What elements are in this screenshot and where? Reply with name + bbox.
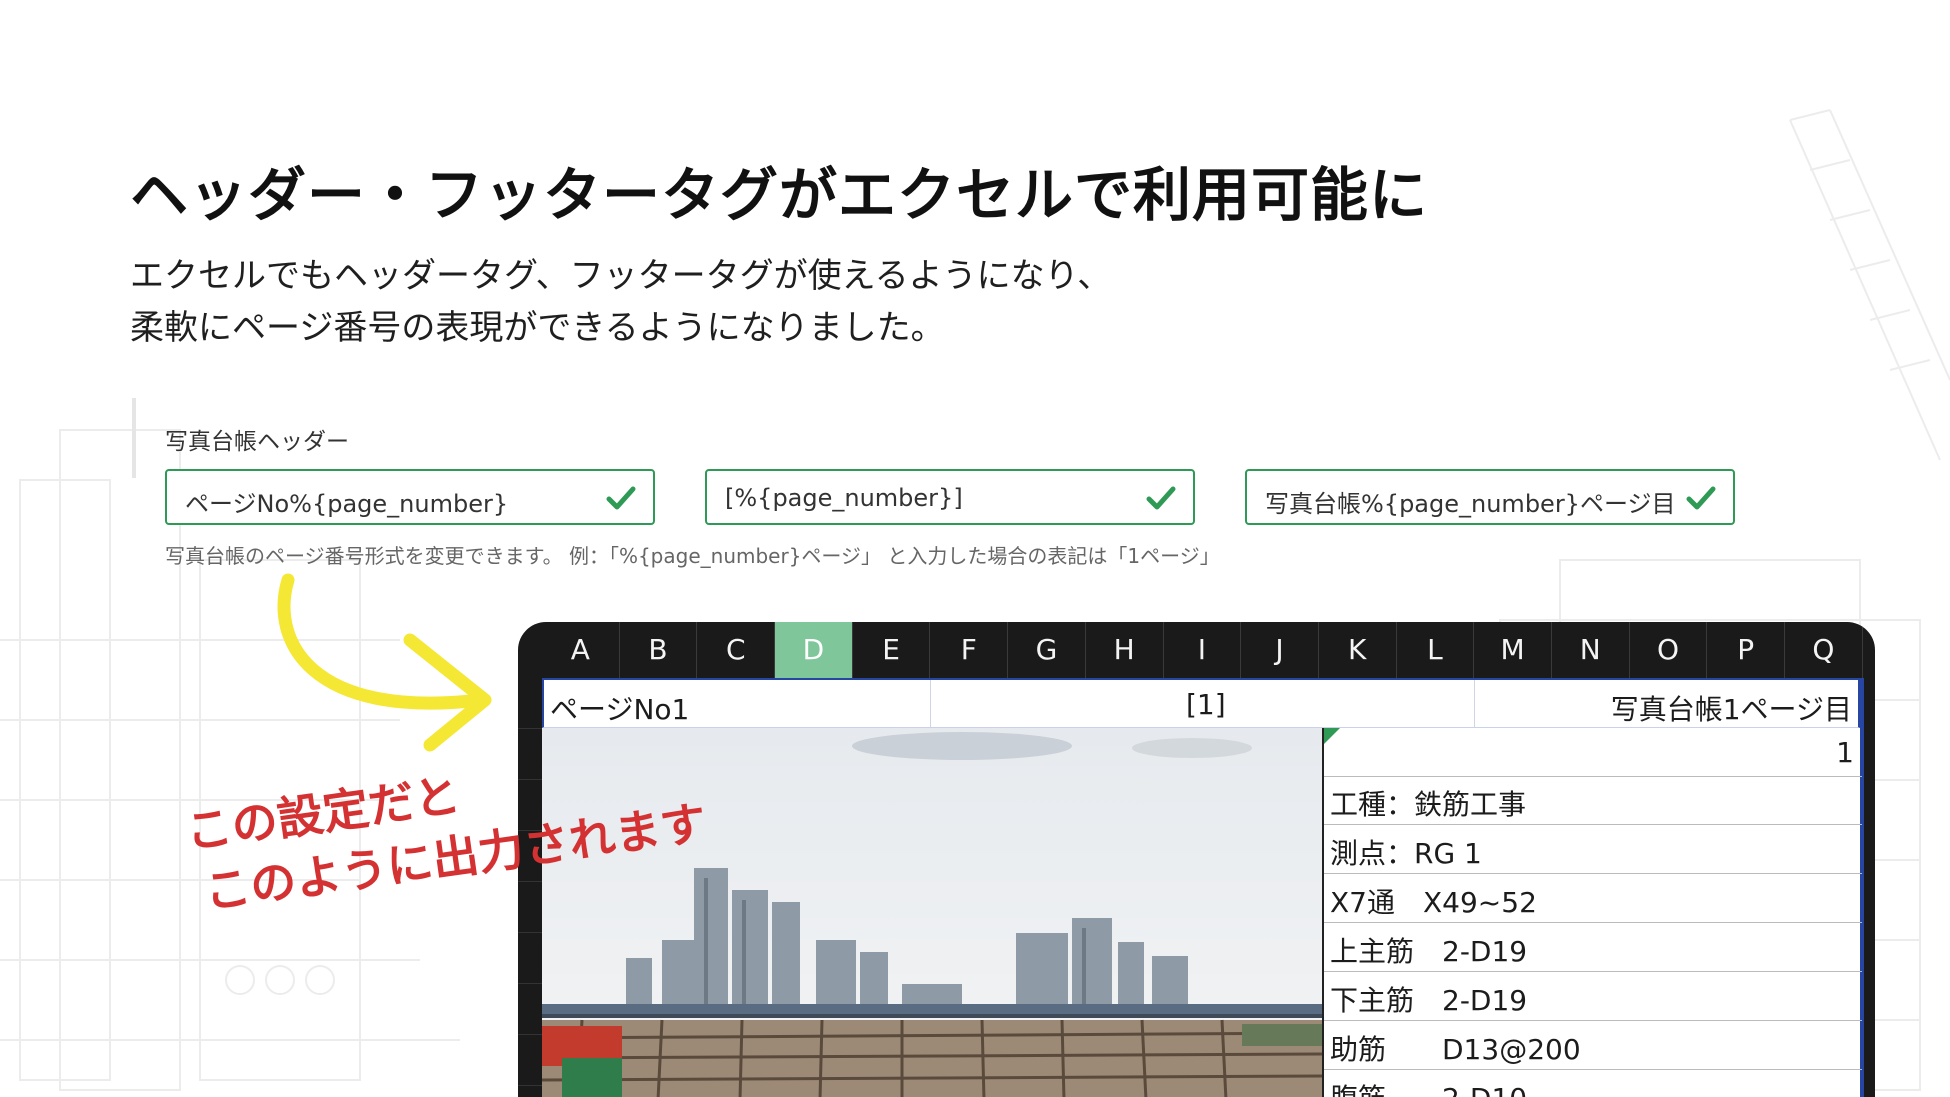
field-label: 写真台帳ヘッダー xyxy=(165,429,349,455)
column-header-c[interactable]: C xyxy=(697,622,776,678)
panel-divider xyxy=(132,398,136,478)
column-header-k[interactable]: K xyxy=(1319,622,1397,678)
column-header-n[interactable]: N xyxy=(1552,622,1630,678)
column-header-b[interactable]: B xyxy=(620,622,698,678)
column-header-o[interactable]: O xyxy=(1630,622,1708,678)
column-header-i[interactable]: I xyxy=(1164,622,1242,678)
description-line-2: 柔軟にページ番号の表現ができるようになりました。 xyxy=(130,308,945,348)
column-header-f[interactable]: F xyxy=(930,622,1009,678)
column-header-a[interactable]: A xyxy=(542,622,620,678)
header-left-input[interactable]: ページNo%{page_number} xyxy=(165,469,655,525)
photo-number: 1 xyxy=(1836,736,1854,769)
check-icon xyxy=(606,486,636,510)
column-header-p[interactable]: P xyxy=(1707,622,1785,678)
info-row: 腹筋 2-D10 xyxy=(1324,1070,1862,1097)
header-center-input[interactable]: [%{page_number}] xyxy=(705,469,1195,525)
spreadsheet-preview: ABCDEFGHIJKLMNOPQ ページNo1 [1] 写真台帳1ページ目 1… xyxy=(518,622,1875,1097)
column-header-h[interactable]: H xyxy=(1086,622,1164,678)
page-description: エクセルでもヘッダータグ、フッタータグが使えるようになり、 柔軟にページ番号の表… xyxy=(130,250,1111,354)
sheet-body: ページNo1 [1] 写真台帳1ページ目 1 工種：鉄筋工事 測点：RG 1 X… xyxy=(542,678,1864,1097)
yellow-arrow-icon xyxy=(277,573,492,752)
info-row: 助筋 D13@200 xyxy=(1324,1021,1862,1070)
input-value: ページNo%{page_number} xyxy=(185,490,509,518)
input-value: 写真台帳%{page_number}ページ目 xyxy=(1265,490,1676,518)
info-row: 上主筋 2-D19 xyxy=(1324,923,1862,972)
photo-number-cell: 1 xyxy=(1324,728,1862,777)
info-row: 工種：鉄筋工事 xyxy=(1324,776,1862,825)
header-left-output: ページNo1 xyxy=(550,693,690,726)
row-gutter xyxy=(518,678,542,1097)
column-header-d[interactable]: D xyxy=(775,622,853,678)
column-header-q[interactable]: Q xyxy=(1785,622,1863,678)
input-value: [%{page_number}] xyxy=(725,484,963,512)
check-icon xyxy=(1686,486,1716,510)
column-header-g[interactable]: G xyxy=(1008,622,1086,678)
column-header-m[interactable]: M xyxy=(1474,622,1552,678)
header-output-row: ページNo1 [1] 写真台帳1ページ目 xyxy=(542,678,1860,728)
help-text: 写真台帳のページ番号形式を変更できます。 例：「%{page_number}ペー… xyxy=(165,544,1220,568)
header-right-input[interactable]: 写真台帳%{page_number}ページ目 xyxy=(1245,469,1735,525)
column-header-bar: ABCDEFGHIJKLMNOPQ xyxy=(542,622,1863,678)
header-right-output: 写真台帳1ページ目 xyxy=(1610,693,1852,726)
check-icon xyxy=(1146,486,1176,510)
description-line-1: エクセルでもヘッダータグ、フッタータグが使えるようになり、 xyxy=(130,256,1112,296)
column-header-j[interactable]: J xyxy=(1241,622,1319,678)
page-title: ヘッダー・フッタータグがエクセルで利用可能に xyxy=(130,161,1429,229)
info-row: X7通 X49~52 xyxy=(1324,874,1862,923)
cell-comment-marker xyxy=(1324,728,1340,744)
photo-info-panel: 1 工種：鉄筋工事 測点：RG 1 X7通 X49~52 上主筋 2-D19 下… xyxy=(1322,728,1862,1097)
column-header-e[interactable]: E xyxy=(853,622,931,678)
info-row: 下主筋 2-D19 xyxy=(1324,972,1862,1021)
info-row: 測点：RG 1 xyxy=(1324,825,1862,874)
column-header-l[interactable]: L xyxy=(1397,622,1475,678)
header-center-output: [1] xyxy=(1186,688,1226,721)
header-settings-panel: 写真台帳ヘッダー ページNo%{page_number} [%{page_num… xyxy=(132,398,1735,578)
